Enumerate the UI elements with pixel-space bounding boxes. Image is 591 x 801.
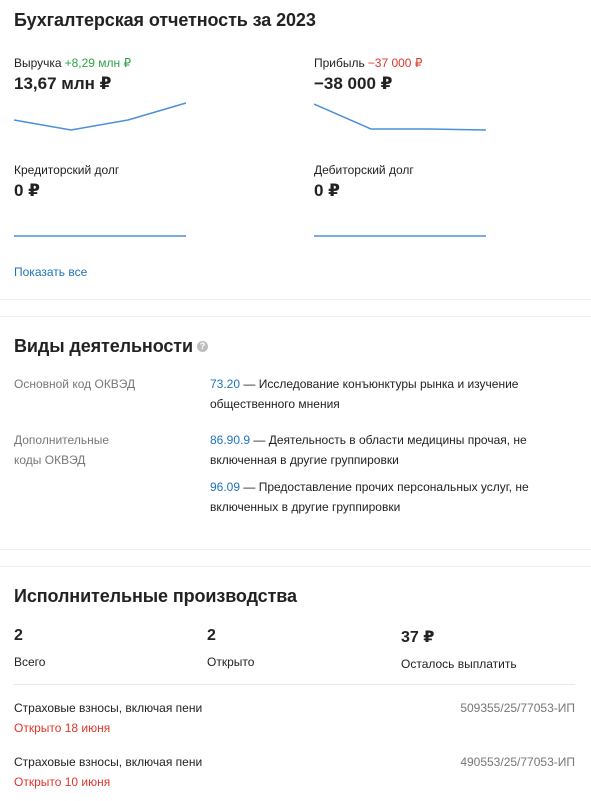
- metric-delta: −37 000 ₽: [367, 56, 423, 70]
- receivables-sparkline: [314, 235, 486, 237]
- metric-value: 0 ₽: [314, 181, 341, 200]
- metric-label: Выручка: [14, 56, 62, 70]
- enforcement-case[interactable]: Страховые взносы, включая пени Открыто 1…: [14, 755, 575, 795]
- metric-value: −38 000 ₽: [314, 74, 393, 93]
- okved-code-link[interactable]: 96.09: [210, 480, 240, 494]
- enforcement-title: Исполнительные производства: [14, 586, 297, 606]
- metric-receivables: Дебиторский долг 0 ₽: [314, 161, 494, 237]
- case-status: Открыто 10 июня: [14, 775, 111, 789]
- stat-total: 2 Всего: [14, 627, 45, 669]
- main-okved-item: 73.20 — Исследование конъюнктуры рынка и…: [210, 374, 555, 414]
- stat-remaining: 37 ₽ Осталось выплатить: [401, 627, 517, 671]
- metric-delta: +8,29 млн ₽: [64, 56, 132, 70]
- enforcement-case[interactable]: Страховые взносы, включая пени Открыто 1…: [14, 701, 575, 741]
- profit-sparkline: [314, 103, 487, 131]
- stat-label: Открыто: [207, 655, 255, 669]
- activities-title: Виды деятельности?: [14, 336, 208, 357]
- case-status: Открыто 18 июня: [14, 721, 111, 735]
- metric-label: Кредиторский долг: [14, 163, 120, 177]
- metric-label: Прибыль: [314, 56, 365, 70]
- metric-payables: Кредиторский долг 0 ₽: [14, 161, 194, 237]
- metric-revenue: Выручка +8,29 млн ₽ 13,67 млн ₽: [14, 54, 194, 131]
- extra-okved-label: Дополнительные коды ОКВЭД: [14, 433, 109, 467]
- section-separator: [0, 549, 591, 567]
- stat-value: 2: [207, 627, 216, 644]
- metric-label: Дебиторский долг: [314, 163, 414, 177]
- finance-title: Бухгалтерская отчетность за 2023: [14, 10, 316, 30]
- metric-profit: Прибыль −37 000 ₽ −38 000 ₽: [314, 54, 494, 131]
- stat-label: Всего: [14, 655, 46, 669]
- section-separator: [0, 299, 591, 317]
- stat-label: Осталось выплатить: [401, 657, 517, 671]
- show-all-link[interactable]: Показать все: [14, 265, 87, 279]
- okved-description: — Исследование конъюнктуры рынка и изуче…: [210, 377, 519, 411]
- case-title: Страховые взносы, включая пени: [14, 701, 203, 715]
- stat-value: 37 ₽: [401, 629, 435, 646]
- metric-value: 13,67 млн ₽: [14, 74, 112, 93]
- case-number: 490553/25/77053-ИП: [460, 755, 575, 769]
- stat-value: 2: [14, 627, 23, 644]
- activities-title-text: Виды деятельности: [14, 336, 193, 356]
- stats-divider: [14, 684, 575, 685]
- activities-section: Виды деятельности? Основной код ОКВЭД 73…: [0, 318, 591, 549]
- okved-code-link[interactable]: 86.90.9: [210, 433, 250, 447]
- extra-okved-item: 86.90.9 — Деятельность в области медицин…: [210, 430, 555, 470]
- finance-section: Бухгалтерская отчетность за 2023 Выручка…: [0, 0, 591, 299]
- extra-okved-item: 96.09 — Предоставление прочих персональн…: [210, 477, 555, 517]
- case-title: Страховые взносы, включая пени: [14, 755, 203, 769]
- metric-value: 0 ₽: [14, 181, 41, 200]
- okved-description: — Предоставление прочих персональных усл…: [210, 480, 529, 514]
- main-okved-label: Основной код ОКВЭД: [14, 377, 136, 391]
- revenue-sparkline: [14, 102, 187, 131]
- payables-sparkline: [14, 235, 186, 237]
- extra-okved-row: Дополнительные коды ОКВЭД 86.90.9 — Деят…: [14, 430, 574, 520]
- main-okved-row: Основной код ОКВЭД 73.20 — Исследование …: [14, 374, 574, 414]
- enforcement-section: Исполнительные производства 2 Всего 2 От…: [0, 568, 591, 801]
- okved-code-link[interactable]: 73.20: [210, 377, 240, 391]
- stat-open: 2 Открыто: [207, 627, 254, 669]
- case-number: 509355/25/77053-ИП: [460, 701, 575, 715]
- okved-description: — Деятельность в области медицины прочая…: [210, 433, 527, 467]
- question-circle-icon[interactable]: ?: [196, 340, 208, 352]
